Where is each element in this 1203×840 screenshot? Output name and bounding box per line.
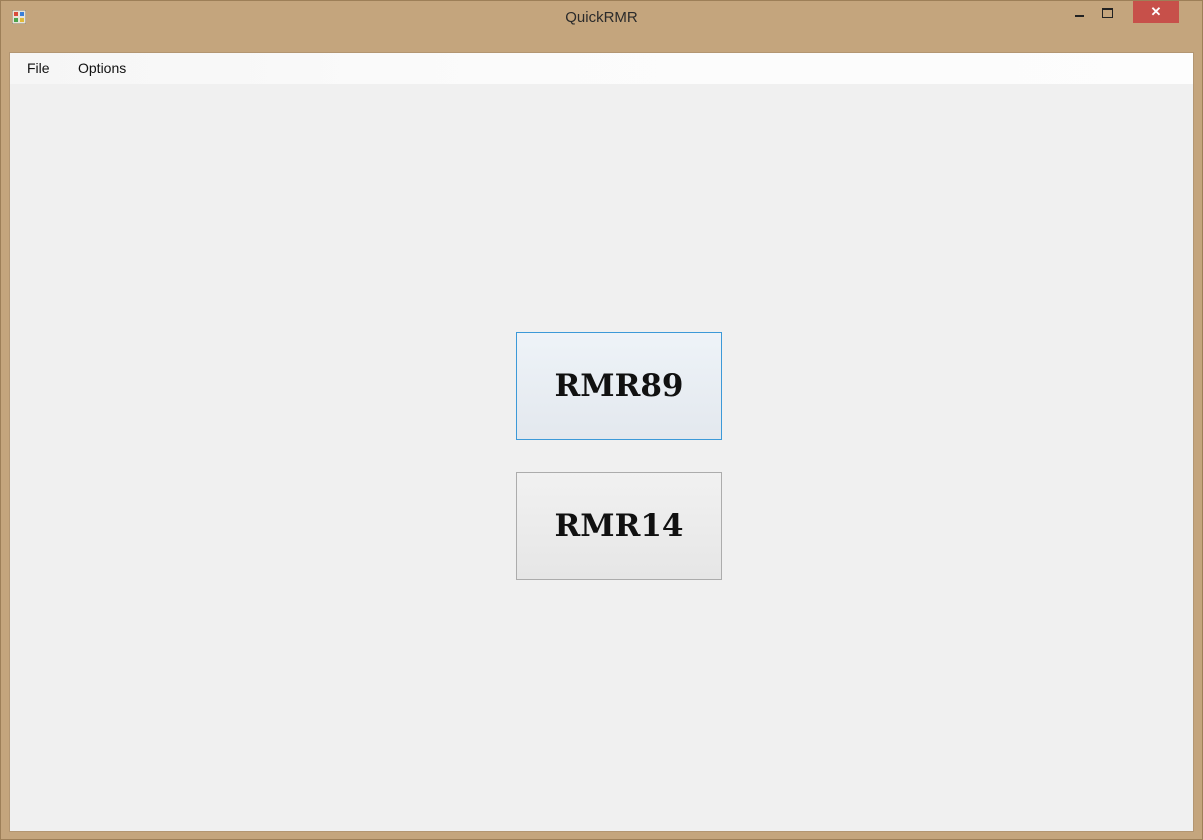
rmr14-button[interactable]: RMR14: [516, 472, 722, 580]
rmr89-button[interactable]: RMR89: [516, 332, 722, 440]
minimize-icon: [1074, 14, 1084, 17]
title-bar[interactable]: QuickRMR ✕: [1, 1, 1202, 52]
minimize-button[interactable]: [1065, 1, 1093, 23]
window-title: QuickRMR: [565, 9, 638, 26]
client-area: File Options RMR89 RMR14: [9, 52, 1194, 832]
maximize-icon: [1101, 7, 1113, 18]
close-button[interactable]: ✕: [1133, 1, 1179, 23]
close-icon: ✕: [1150, 4, 1162, 19]
maximize-button[interactable]: [1093, 1, 1121, 23]
menu-file[interactable]: File: [25, 60, 52, 76]
menu-bar: File Options: [10, 53, 1193, 84]
menu-options[interactable]: Options: [76, 60, 128, 76]
app-window: QuickRMR ✕ File Options RMR89 RMR14: [0, 0, 1203, 840]
